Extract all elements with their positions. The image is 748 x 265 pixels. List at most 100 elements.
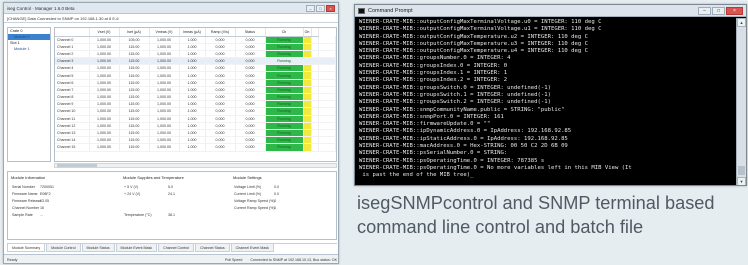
channel-value[interactable]: 1.000	[179, 64, 206, 73]
channel-value[interactable]: 0,000	[235, 43, 266, 51]
channel-value[interactable]: 0,000	[205, 129, 236, 138]
channel-value[interactable]: 0,000	[205, 115, 236, 123]
table-row[interactable]: Channel 5 1,000.00 115.00 1,000.00 1.000 0,00…	[55, 71, 336, 80]
channel-value[interactable]: 0,000	[205, 86, 236, 95]
channel-checkbox[interactable]	[311, 93, 319, 102]
table-row[interactable]: Channel 3 1,000.00 115.00 1,000.00 1.000 0,00…	[55, 57, 336, 66]
channel-value[interactable]: 1,000.00	[149, 107, 180, 116]
channel-value[interactable]: 1,000.00	[149, 36, 180, 44]
channel-value[interactable]: 115.00	[119, 71, 150, 80]
channel-value[interactable]: 0,000	[235, 64, 266, 73]
channel-value[interactable]: 1,000.00	[89, 86, 120, 95]
channel-checkbox[interactable]	[311, 50, 319, 59]
channel-value[interactable]: 115.00	[119, 43, 150, 51]
tab-module-status[interactable]: Module Status	[81, 244, 115, 252]
channel-checkbox[interactable]	[311, 100, 319, 109]
table-row[interactable]: Channel 9 1,000.00 115.00 1,000.00 1.000 0,00…	[55, 100, 336, 109]
channel-value[interactable]: 1,000.00	[149, 122, 180, 130]
channel-value[interactable]: 0,000	[235, 79, 266, 87]
channel-value[interactable]: 1,000.00	[149, 71, 180, 80]
channel-checkbox[interactable]	[311, 122, 319, 130]
channel-value[interactable]: 115.00	[119, 86, 150, 95]
channel-value[interactable]: 1.000	[179, 107, 206, 116]
channel-value[interactable]: 1,000.00	[89, 115, 120, 123]
tree-item[interactable]: Module 1	[8, 46, 50, 52]
channel-value[interactable]: 1.000	[179, 100, 206, 109]
channel-value[interactable]: 0,000	[205, 50, 236, 59]
column-header[interactable]: Ramp (V/s)	[205, 28, 236, 37]
channel-value[interactable]: 105.00	[119, 36, 150, 44]
channel-value[interactable]: 1.000	[179, 71, 206, 80]
channel-checkbox[interactable]	[311, 115, 319, 123]
channel-value[interactable]: 0,000	[205, 136, 236, 145]
channel-value[interactable]: 1.000	[179, 122, 206, 130]
column-header[interactable]: Vset (V)	[89, 28, 120, 37]
channel-value[interactable]: 115.00	[119, 79, 150, 87]
table-row[interactable]: Channel 11 1,000.00 115.00 1,000.00 1.000 0,0…	[55, 115, 336, 123]
cmd-maximize-button[interactable]: □	[712, 6, 725, 15]
channel-value[interactable]: 1,000.00	[149, 43, 180, 51]
cmd-output[interactable]: WIENER-CRATE-MIB::outputConfigMaxTermina…	[356, 18, 736, 185]
cmd-scrollbar-thumb[interactable]	[738, 166, 745, 175]
channel-value[interactable]: 1,000.00	[149, 86, 180, 95]
channel-value[interactable]: 1,000.00	[89, 129, 120, 138]
channel-value[interactable]: 0,000	[205, 71, 236, 80]
cmd-title-bar[interactable]: Command Prompt – □ ×	[355, 5, 746, 17]
channel-value[interactable]: 1,000.00	[149, 100, 180, 109]
channel-value[interactable]: 1,000.00	[89, 43, 120, 51]
table-row[interactable]: Channel 13 1,000.00 115.00 1,000.00 1.000 0,0…	[55, 129, 336, 138]
channel-value[interactable]: 0,000	[235, 36, 266, 44]
channel-value[interactable]: 1.000	[179, 136, 206, 145]
close-button[interactable]: ×	[326, 4, 335, 12]
channel-value[interactable]: 1,000.00	[149, 115, 180, 123]
table-row[interactable]: Channel 1 1,000.00 115.00 1,000.00 1.000 0,00…	[55, 43, 336, 51]
channel-checkbox[interactable]	[311, 136, 319, 145]
channel-value[interactable]: 1.000	[179, 43, 206, 51]
channel-value[interactable]: 1.000	[179, 86, 206, 95]
channel-value[interactable]: 1,000.00	[89, 136, 120, 145]
channel-value[interactable]: 1,000.00	[149, 143, 180, 152]
channel-value[interactable]: 0,000	[235, 136, 266, 145]
table-row[interactable]: Channel 10 1,000.00 115.00 1,000.00 1.000 0,0…	[55, 107, 336, 116]
channel-value[interactable]: 1,000.00	[89, 79, 120, 87]
column-header[interactable]	[55, 28, 90, 37]
channel-checkbox[interactable]	[311, 57, 319, 66]
channel-value[interactable]: 0,000	[235, 107, 266, 116]
column-header[interactable]: Iset (µA)	[119, 28, 150, 37]
channel-value[interactable]: 1,000.00	[89, 100, 120, 109]
tab-module-control[interactable]: Module Control	[46, 244, 81, 252]
channel-value[interactable]: 115.00	[119, 93, 150, 102]
crate-module-tree[interactable]: Crate 0 Module 0 Slot 1 Module 1	[7, 27, 51, 162]
channel-value[interactable]: 1.000	[179, 143, 206, 152]
tab-module-event-mask[interactable]: Module Event Mask	[115, 244, 158, 252]
channel-value[interactable]: 0,000	[205, 36, 236, 44]
table-row[interactable]: Channel 4 1,000.00 115.00 1,000.00 1.000 0,00…	[55, 64, 336, 73]
channel-value[interactable]: 0,000	[235, 71, 266, 80]
table-horizontal-scrollbar[interactable]	[54, 163, 337, 168]
channel-value[interactable]: 1,000.00	[89, 122, 120, 130]
channel-value[interactable]: 115.00	[119, 143, 150, 152]
channel-checkbox[interactable]	[311, 107, 319, 116]
poll-speed-label[interactable]: Poll Speed	[225, 258, 242, 262]
column-header[interactable]: Vmeas (V)	[149, 28, 180, 37]
tab-module-summary[interactable]: Module Summary	[7, 244, 46, 252]
channel-checkbox[interactable]	[311, 86, 319, 95]
channel-value[interactable]: 1,000.00	[89, 57, 120, 66]
tab-channel-status[interactable]: Channel Status	[195, 244, 230, 252]
table-row[interactable]: Channel 15 1,000.00 115.00 1,000.00 1.000 0,0…	[55, 143, 336, 152]
maximize-button[interactable]: □	[316, 4, 325, 12]
cmd-vertical-scrollbar[interactable]: ▲ ▼	[736, 18, 746, 185]
channel-value[interactable]: 115.00	[119, 129, 150, 138]
channel-value[interactable]: 0,000	[205, 79, 236, 87]
column-header[interactable]: Status	[235, 28, 266, 37]
channel-value[interactable]: 1,000.00	[89, 143, 120, 152]
channel-value[interactable]: 1,000.00	[89, 50, 120, 59]
channel-value[interactable]: 0,000	[205, 43, 236, 51]
channel-checkbox[interactable]	[311, 143, 319, 152]
column-header[interactable]: Imeas (µA)	[179, 28, 206, 37]
channel-value[interactable]: 1,000.00	[149, 57, 180, 66]
scrollbar-thumb[interactable]	[57, 164, 97, 167]
table-row[interactable]: Channel 2 1,000.00 115.00 1,000.00 1.000 0,00…	[55, 50, 336, 59]
table-row[interactable]: Channel 12 1,000.00 115.00 1,000.00 1.000 0,0…	[55, 122, 336, 130]
channel-value[interactable]: 0,000	[235, 143, 266, 152]
